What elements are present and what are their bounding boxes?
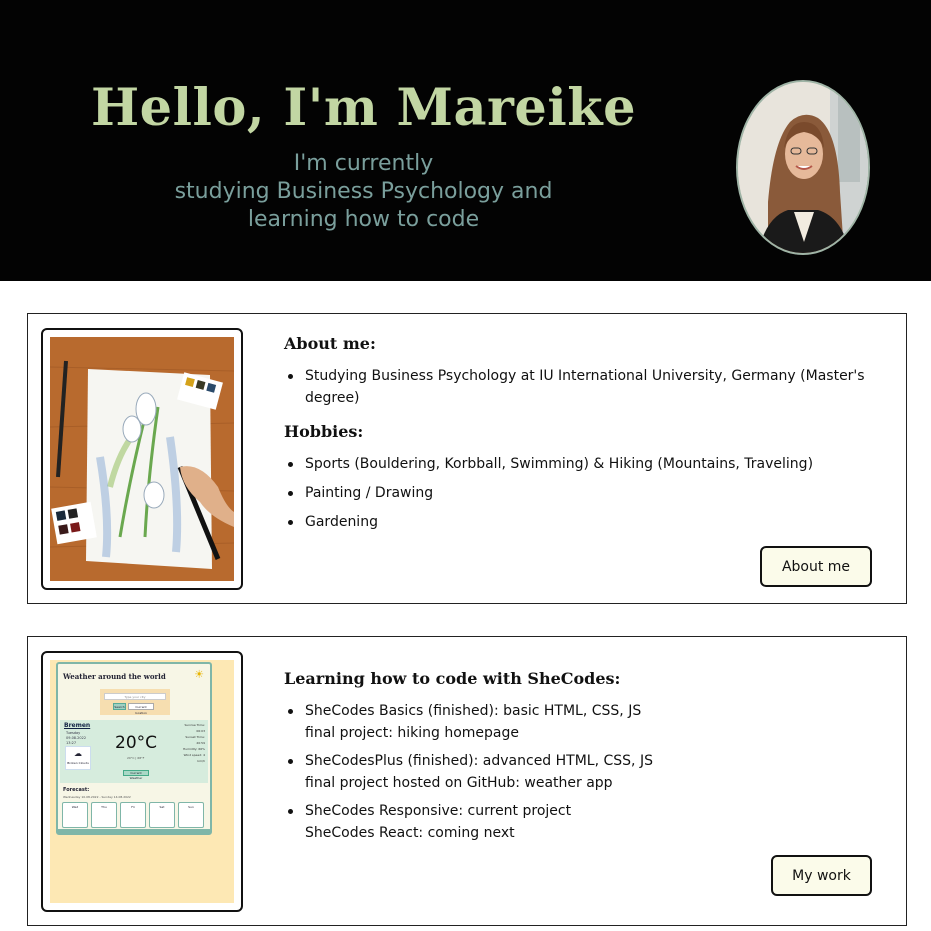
forecast-day: Sat bbox=[149, 802, 175, 828]
forecast-range: Wednesday 10.08.2022 - Sunday 14.08.2022 bbox=[63, 795, 131, 799]
weather-current-button: Current location bbox=[128, 703, 154, 715]
weather-search-button: Search bbox=[113, 703, 126, 710]
weather-temperature: 20°C bbox=[115, 733, 158, 753]
weather-app-screenshot: Weather around the world ☀ Type your cit… bbox=[50, 660, 234, 903]
forecast-label: Forecast: bbox=[63, 787, 90, 793]
weather-unit-toggle: 20°C | 68°F bbox=[127, 756, 145, 760]
list-item-line: SheCodesPlus (finished): advanced HTML, … bbox=[305, 753, 653, 769]
list-item: SheCodesPlus (finished): advanced HTML, … bbox=[284, 750, 876, 794]
weather-app-title: Weather around the world bbox=[63, 672, 166, 681]
profile-photo-illustration bbox=[738, 82, 868, 253]
painting-image-frame bbox=[41, 328, 243, 590]
weather-info-line: Sunset Time: 20:59 bbox=[185, 735, 205, 745]
weather-icon-box: ☁ Broken Clouds bbox=[65, 746, 91, 770]
weather-info-line: Wind speed: 4 km/h bbox=[183, 753, 205, 763]
about-card: About me: Studying Business Psychology a… bbox=[27, 313, 907, 604]
weather-date: Tuesday 09.08.2022 13:27 bbox=[66, 731, 86, 746]
hero-subtitle: I'm currently studying Business Psycholo… bbox=[0, 150, 727, 234]
subtitle-line: learning how to code bbox=[247, 207, 480, 232]
weather-search-panel: Type your city Search Current location bbox=[100, 689, 170, 715]
forecast-days: Wed Thu Fri Sat Sun bbox=[62, 802, 208, 828]
about-me-button[interactable]: About me bbox=[760, 546, 872, 587]
list-item: Studying Business Psychology at IU Inter… bbox=[284, 365, 876, 409]
coding-content: Learning how to code with SheCodes: SheC… bbox=[284, 669, 876, 850]
forecast-day: Thu bbox=[91, 802, 117, 828]
painting-illustration bbox=[50, 337, 234, 581]
about-content: About me: Studying Business Psychology a… bbox=[284, 334, 876, 540]
coding-list: SheCodes Basics (finished): basic HTML, … bbox=[284, 700, 876, 844]
coding-heading: Learning how to code with SheCodes: bbox=[284, 669, 621, 688]
weather-current-panel: Bremen Tuesday 09.08.2022 13:27 ☁ Broken… bbox=[60, 720, 208, 783]
weather-search-input: Type your city bbox=[104, 693, 166, 700]
hobbies-list: Sports (Bouldering, Korbball, Swimming) … bbox=[284, 453, 876, 533]
weather-side-info: Sunrise Time: 06:03 Sunset Time: 20:59 H… bbox=[177, 722, 205, 764]
list-item-line: SheCodes React: coming next bbox=[305, 825, 515, 841]
list-item-line: final project hosted on GitHub: weather … bbox=[305, 775, 613, 791]
forecast-day: Wed bbox=[62, 802, 88, 828]
weather-app-card: Weather around the world ☀ Type your cit… bbox=[56, 662, 212, 835]
list-item: Gardening bbox=[284, 511, 876, 533]
weather-cloud-icon: ☁ bbox=[74, 749, 82, 758]
about-list: Studying Business Psychology at IU Inter… bbox=[284, 365, 876, 409]
weather-info-line: Sunrise Time: 06:03 bbox=[184, 723, 206, 733]
profile-photo bbox=[736, 80, 870, 255]
weather-app-image-frame: Weather around the world ☀ Type your cit… bbox=[41, 651, 243, 912]
list-item-line: SheCodes Basics (finished): basic HTML, … bbox=[305, 703, 642, 719]
page-title: Hello, I'm Mareike bbox=[90, 78, 637, 138]
hobbies-heading: Hobbies: bbox=[284, 422, 364, 441]
list-item: Painting / Drawing bbox=[284, 482, 876, 504]
weather-app-footer bbox=[58, 829, 210, 833]
list-item: Sports (Bouldering, Korbball, Swimming) … bbox=[284, 453, 876, 475]
my-work-button[interactable]: My work bbox=[771, 855, 872, 896]
painting-image bbox=[50, 337, 234, 581]
weather-city: Bremen bbox=[64, 722, 91, 729]
list-item: SheCodes Responsive: current project She… bbox=[284, 800, 876, 844]
forecast-day: Sun bbox=[178, 802, 204, 828]
about-heading: About me: bbox=[284, 334, 376, 353]
sun-cloud-icon: ☀ bbox=[194, 668, 204, 681]
coding-card: Weather around the world ☀ Type your cit… bbox=[27, 636, 907, 926]
forecast-day: Fri bbox=[120, 802, 146, 828]
subtitle-line: studying Business Psychology and bbox=[174, 179, 553, 204]
list-item-line: final project: hiking homepage bbox=[305, 725, 519, 741]
subtitle-line: I'm currently bbox=[293, 151, 434, 176]
list-item-line: SheCodes Responsive: current project bbox=[305, 803, 572, 819]
weather-description: Broken Clouds bbox=[67, 761, 89, 765]
hero-header: Hello, I'm Mareike I'm currently studyin… bbox=[0, 0, 931, 281]
list-item: SheCodes Basics (finished): basic HTML, … bbox=[284, 700, 876, 744]
weather-location-button: Current Weather bbox=[123, 770, 149, 780]
